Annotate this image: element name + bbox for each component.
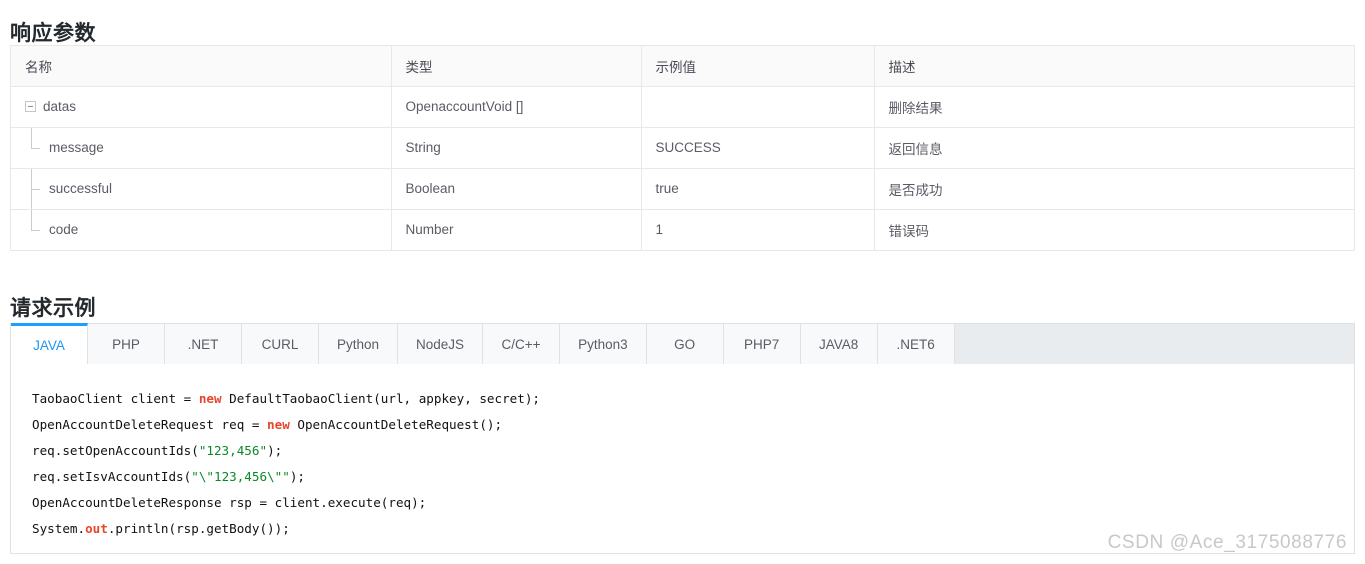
tab-go[interactable]: GO <box>646 324 724 364</box>
code-string: "123,456" <box>198 443 268 458</box>
tab-label: PHP <box>112 336 140 352</box>
code-text: req.setOpenAccountIds( <box>32 443 199 458</box>
code-text: OpenAccountDeleteResponse rsp = client.e… <box>32 495 427 510</box>
tab-curl[interactable]: CURL <box>242 324 319 364</box>
param-desc-cell: 错误码 <box>874 209 1354 251</box>
code-text: TaobaoClient client = <box>32 391 199 406</box>
code-text: DefaultTaobaoClient(url, appkey, secret)… <box>221 391 541 406</box>
column-header-name: 名称 <box>11 46 392 87</box>
code-text: ); <box>289 469 305 484</box>
code-line: OpenAccountDeleteResponse rsp = client.e… <box>32 490 1354 516</box>
code-text: .println(rsp.getBody()); <box>107 521 290 536</box>
code-keyword: new <box>198 391 222 406</box>
code-text: OpenAccountDeleteRequest req = <box>32 417 268 432</box>
code-line: req.setIsvAccountIds("\"123,456\""); <box>32 464 1354 490</box>
watermark: CSDN @Ace_3175088776 <box>1107 532 1347 553</box>
tab-python3[interactable]: Python3 <box>560 324 647 364</box>
code-keyword: out <box>85 521 108 536</box>
param-example-cell: SUCCESS <box>641 127 875 169</box>
tab-label: C/C++ <box>501 336 541 352</box>
code-text: ); <box>267 443 283 458</box>
tab-php7[interactable]: PHP7 <box>723 324 801 364</box>
table-header: 名称 类型 示例值 描述 <box>11 46 1354 87</box>
tab-label: Python3 <box>578 336 628 352</box>
code-text: OpenAccountDeleteRequest(); <box>289 417 503 432</box>
tab-label: CURL <box>261 336 299 352</box>
api-doc-page: 响应参数 名称 类型 示例值 描述 datas OpenaccountVoid … <box>0 0 1365 564</box>
response-params-heading: 响应参数 <box>10 22 96 46</box>
table-row: code Number 1 错误码 <box>11 209 1354 251</box>
tab-label: JAVA <box>33 337 65 353</box>
tab-python[interactable]: Python <box>319 324 399 364</box>
param-type-cell: Number <box>391 209 642 251</box>
code-text: req.setIsvAccountIds( <box>32 469 192 484</box>
tab-net6[interactable]: .NET6 <box>877 324 955 364</box>
param-type-cell: Boolean <box>391 168 642 210</box>
param-name-cell: code <box>11 209 392 251</box>
language-tab-bar: JAVA PHP .NET CURL Python NodeJS C/C++ Python3 G… <box>10 323 1355 365</box>
table-row: datas OpenaccountVoid [] 删除结果 <box>11 86 1354 128</box>
response-params-table: 名称 类型 示例值 描述 datas OpenaccountVoid [] 删除… <box>11 46 1354 251</box>
table-header-row: 名称 类型 示例值 描述 <box>11 46 1354 87</box>
table-body: datas OpenaccountVoid [] 删除结果 message St… <box>11 86 1354 251</box>
table-row: message String SUCCESS 返回信息 <box>11 127 1354 169</box>
tab-bar-filler <box>954 324 1354 364</box>
tab-c-c[interactable]: C/C++ <box>483 324 561 364</box>
tab-java[interactable]: JAVA <box>11 323 88 364</box>
param-name-label: datas <box>43 99 77 114</box>
tree-elbow-line <box>31 229 40 231</box>
tab-label: GO <box>674 336 696 352</box>
response-params-table-container: 名称 类型 示例值 描述 datas OpenaccountVoid [] 删除… <box>10 45 1355 251</box>
param-type-cell: OpenaccountVoid [] <box>391 86 642 128</box>
tree-elbow-line <box>31 188 40 190</box>
tab-label: JAVA8 <box>818 336 859 352</box>
param-example-cell: 1 <box>641 209 875 251</box>
param-name-label: successful <box>49 181 113 196</box>
code-keyword: new <box>267 417 290 432</box>
collapse-toggle-icon[interactable] <box>25 101 36 112</box>
code-line: TaobaoClient client = new DefaultTaobaoC… <box>32 386 1354 412</box>
tree-trunk-line <box>31 209 32 230</box>
code-line: OpenAccountDeleteRequest req = new OpenA… <box>32 412 1354 438</box>
param-example-cell <box>641 86 875 128</box>
tab-php[interactable]: PHP <box>88 324 165 364</box>
tab-java8[interactable]: JAVA8 <box>800 324 878 364</box>
param-example-cell: true <box>641 168 875 210</box>
code-sample-panel: TaobaoClient client = new DefaultTaobaoC… <box>10 364 1355 554</box>
param-name-cell: successful <box>11 168 392 210</box>
param-name-cell: message <box>11 127 392 169</box>
tab-net[interactable]: .NET <box>165 324 242 364</box>
param-name-cell: datas <box>11 86 392 128</box>
tab-nodejs[interactable]: NodeJS <box>398 324 484 364</box>
tab-label: PHP7 <box>743 336 780 352</box>
request-example-heading: 请求示例 <box>10 297 96 321</box>
param-desc-cell: 是否成功 <box>874 168 1354 210</box>
column-header-type: 类型 <box>391 46 642 87</box>
column-header-example: 示例值 <box>641 46 875 87</box>
tree-elbow-line <box>31 147 40 149</box>
column-header-desc: 描述 <box>874 46 1354 87</box>
param-type-cell: String <box>391 127 642 169</box>
tab-label: .NET6 <box>896 336 935 352</box>
param-name-label: message <box>49 140 104 155</box>
tab-label: NodeJS <box>416 336 465 352</box>
tree-trunk-line <box>31 127 32 148</box>
code-string: "\"123,456\"" <box>191 469 290 484</box>
param-name-label: code <box>49 222 79 237</box>
param-desc-cell: 删除结果 <box>874 86 1354 128</box>
code-text: System. <box>32 521 86 536</box>
code-sample-body: TaobaoClient client = new DefaultTaobaoC… <box>32 386 1354 542</box>
tab-label: .NET <box>187 336 219 352</box>
tab-label: Python <box>337 336 380 352</box>
code-line: req.setOpenAccountIds("123,456"); <box>32 438 1354 464</box>
param-desc-cell: 返回信息 <box>874 127 1354 169</box>
table-row: successful Boolean true 是否成功 <box>11 168 1354 210</box>
